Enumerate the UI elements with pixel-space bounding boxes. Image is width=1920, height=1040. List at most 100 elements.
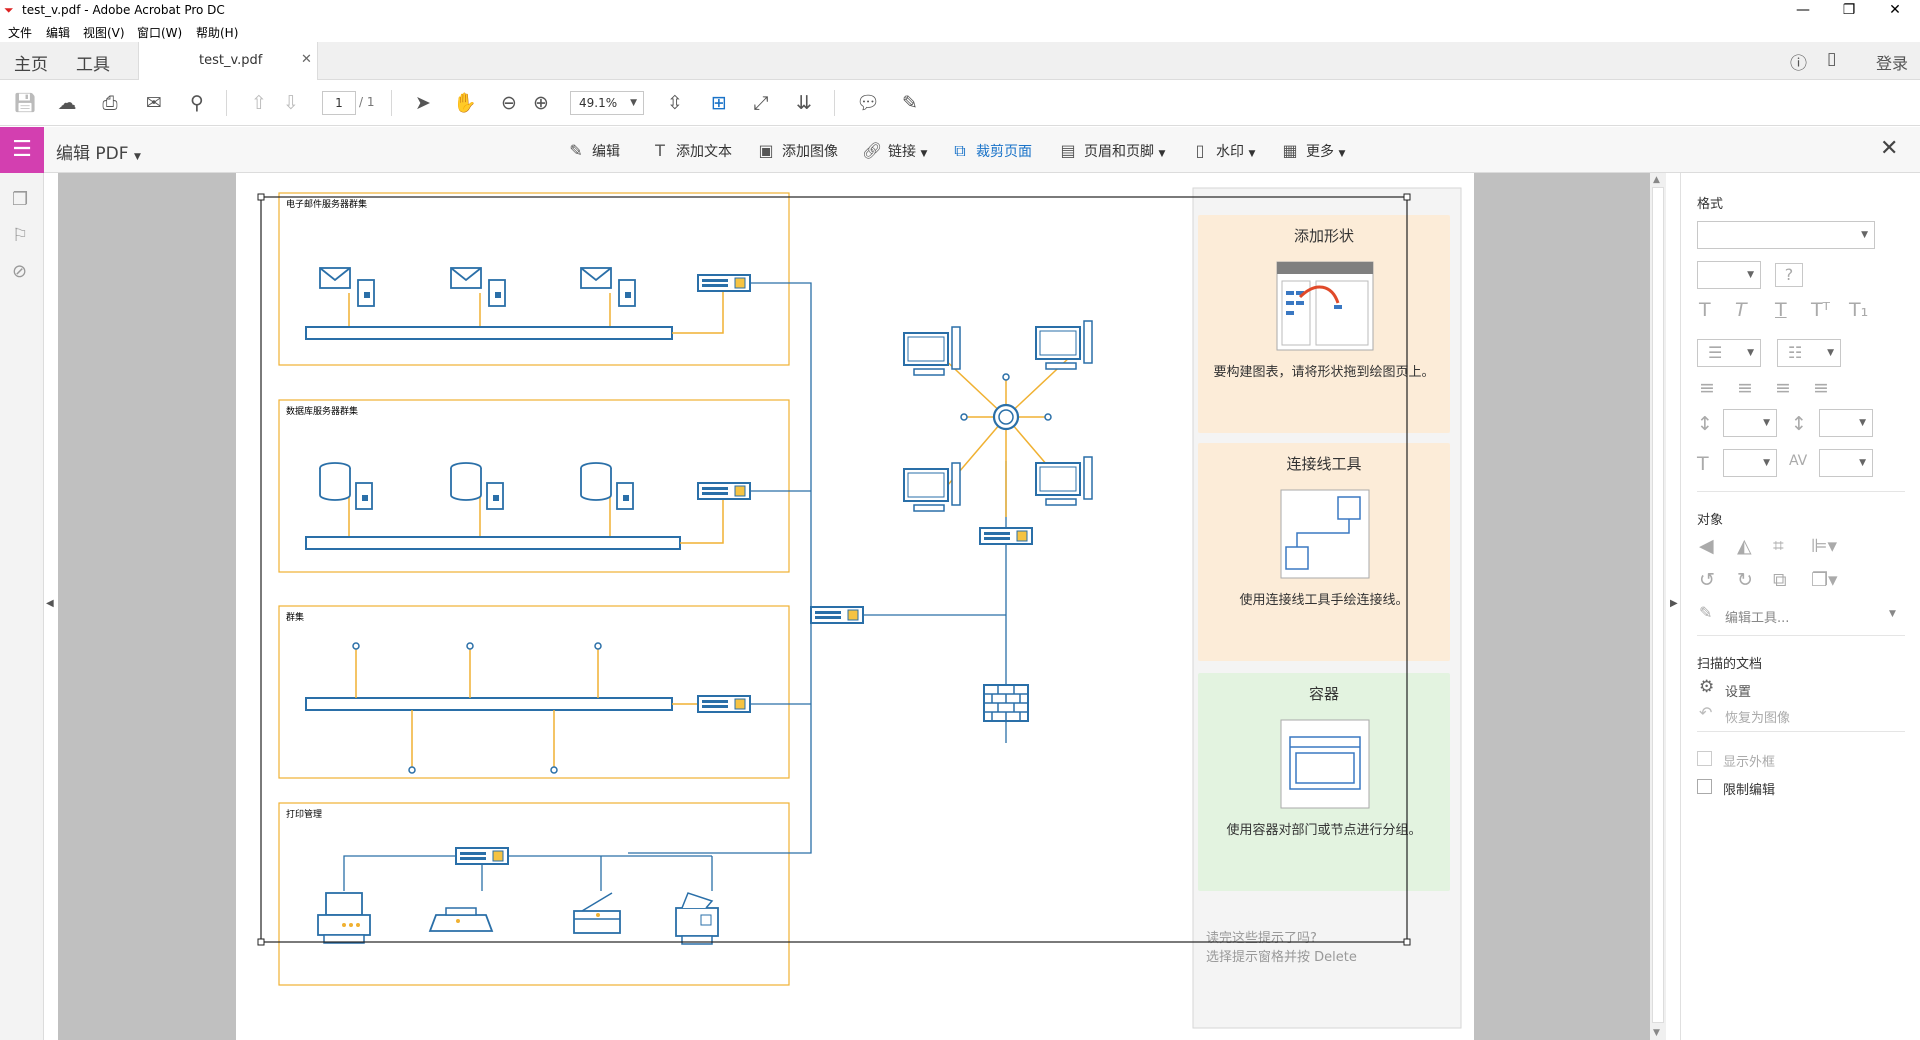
attachment-icon[interactable]: ⊘ [12,261,27,282]
page-number-input[interactable]: 1 [322,91,356,115]
tool-link[interactable]: 🔗︎ 链接 ▼ [862,141,927,161]
help-icon[interactable]: ⓘ [1790,49,1807,74]
watermark-icon: ▯ [1195,141,1205,160]
font-family-select[interactable]: ▼ [1697,221,1875,249]
next-page-icon[interactable]: ⇩ [278,91,304,115]
print-icon[interactable]: ⎙ [97,91,123,115]
font-size-select[interactable]: ▼ [1697,261,1761,289]
rotate-right-icon[interactable]: ↻ [1737,569,1753,591]
rotate-left-icon[interactable]: ↺ [1699,569,1715,591]
collapse-right-pane-icon[interactable]: ▶ [1670,598,1678,609]
save-icon[interactable]: 💾︎ [12,91,38,115]
line-spacing-select[interactable]: ▼ [1723,409,1777,437]
numbered-list-select[interactable]: ☷ ▼ [1777,339,1841,367]
close-tab-icon[interactable]: ✕ [301,52,312,67]
flip-horizontal-icon[interactable]: ◭ [1737,535,1752,557]
horizontal-scale-select[interactable]: ▼ [1723,449,1777,477]
search-icon[interactable]: ⚲ [184,91,210,115]
vertical-scrollbar[interactable]: ▲ ▼ [1650,173,1666,1040]
tool-edit[interactable]: ✎ 编辑 [566,141,620,161]
tool-watermark[interactable]: ▯ 水印 ▼ [1190,141,1256,161]
edit-tool-dropdown[interactable]: 编辑工具... [1725,607,1789,626]
group-print-label: 打印管理 [286,808,322,820]
scroll-up-icon[interactable]: ▲ [1653,175,1660,185]
comment-icon[interactable]: 💬︎ [855,91,881,115]
scroll-down-icon[interactable]: ▼ [1653,1028,1660,1038]
flip-vertical-icon[interactable]: ◀ [1699,535,1714,557]
tool-add-text[interactable]: T 添加文本 [650,141,732,161]
zoom-in-icon[interactable]: ⊕ [528,91,554,115]
stencil-card-desc: 使用连接线工具手绘连接线。 [1239,593,1409,608]
zoom-select[interactable]: 49.1% ▼ [570,91,644,115]
character-spacing-select[interactable]: ▼ [1819,449,1873,477]
select-arrow-icon[interactable]: ➤ [410,91,436,115]
menu-help[interactable]: 帮助(H) [196,24,238,41]
scroll-thumb[interactable] [1652,187,1664,1023]
scroll-mode-icon[interactable]: ⇊ [791,91,817,115]
paragraph-spacing-icon[interactable]: ↕ [1791,413,1807,435]
bullet-list-icon: ☰ [1708,343,1723,362]
minimize-button[interactable]: — [1780,0,1826,22]
restore-image-link[interactable]: 恢复为图像 [1725,707,1790,726]
align-right-icon[interactable]: ≡ [1775,377,1791,399]
panel-divider [1697,731,1905,732]
gear-icon: ⚙ [1699,677,1715,697]
tool-add-image[interactable]: ▣ 添加图像 [756,141,838,161]
paragraph-spacing-select[interactable]: ▼ [1819,409,1873,437]
settings-link[interactable]: 设置 [1725,681,1751,700]
text-underline-icon[interactable]: T [1775,299,1787,321]
crop-image-icon[interactable]: ⌗ [1773,535,1784,557]
subscript-icon[interactable]: T₁ [1849,299,1868,321]
tab-tools[interactable]: 工具 [76,50,110,75]
bookmark-icon[interactable]: ⚐ [12,225,28,246]
fit-width-icon[interactable]: ⊞ [706,91,732,115]
align-objects-icon[interactable]: ⊫▾ [1811,535,1837,557]
page-thumbnails-icon[interactable]: ❐ [12,189,28,210]
close-window-button[interactable]: ✕ [1872,0,1918,22]
menu-window[interactable]: 窗口(W) [137,24,182,41]
format-heading: 格式 [1697,197,1724,212]
collapse-left-pane-icon[interactable]: ◀ [46,598,54,609]
align-justify-icon[interactable]: ≡ [1813,377,1829,399]
restrict-edit-checkbox[interactable] [1697,779,1712,794]
stencil-card-title: 添加形状 [1293,227,1354,245]
zoom-out-icon[interactable]: ⊖ [496,91,522,115]
full-screen-icon[interactable]: ⤢ [748,91,774,115]
menu-file[interactable]: 文件 [8,24,32,41]
close-edit-icon[interactable]: ✕ [1880,136,1898,161]
replace-image-icon[interactable]: ⧉ [1773,569,1787,591]
upload-cloud-icon[interactable]: ☁ [54,91,80,115]
stencil-card-desc: 使用容器对部门或节点进行分组。 [1226,823,1422,838]
text-italic-icon[interactable]: T [1735,299,1747,321]
tool-more[interactable]: ▦ 更多 ▼ [1280,141,1345,161]
superscript-icon[interactable]: Tᵀ [1811,299,1830,321]
tab-home[interactable]: 主页 [14,50,48,75]
help-circle-icon[interactable]: ? [1775,263,1803,287]
tab-document[interactable]: test_v.pdf ✕ [138,42,318,80]
zoom-value: 49.1% [579,96,618,110]
show-bbox-checkbox[interactable] [1697,751,1712,766]
tool-header-footer[interactable]: ▤ 页眉和页脚 ▼ [1058,141,1165,161]
menu-view[interactable]: 视图(V) [83,24,125,41]
arrange-objects-icon[interactable]: ❐▾ [1811,569,1838,591]
previous-page-icon[interactable]: ⇧ [246,91,272,115]
tool-crop-pages[interactable]: ⧉ 裁剪页面 [950,141,1032,161]
character-spacing-icon[interactable]: AV [1789,453,1807,469]
bullet-list-select[interactable]: ☰ ▼ [1697,339,1761,367]
edit-pdf-dropdown[interactable]: 编辑 PDF ▼ [56,139,141,164]
mobile-link-icon[interactable]: ▯ [1827,49,1836,69]
text-regular-icon[interactable]: T [1699,299,1711,321]
email-icon[interactable]: ✉ [141,91,167,115]
login-link[interactable]: 登录 [1876,50,1908,74]
hand-tool-icon[interactable]: ✋ [452,91,478,115]
chevron-down-icon[interactable]: ▼ [1889,609,1896,619]
fit-page-icon[interactable]: ⇳ [662,91,688,115]
line-spacing-icon[interactable]: ↕ [1697,413,1713,435]
menu-edit[interactable]: 编辑 [46,24,70,41]
stencil-card-container: 容器 使用容器对部门或节点进行分组。 [1198,673,1450,891]
horizontal-scale-icon[interactable]: T [1697,453,1709,475]
restore-button[interactable]: ❐ [1826,0,1872,22]
align-center-icon[interactable]: ≡ [1737,377,1753,399]
align-left-icon[interactable]: ≡ [1699,377,1715,399]
sign-pen-icon[interactable]: ✎ [897,91,923,115]
